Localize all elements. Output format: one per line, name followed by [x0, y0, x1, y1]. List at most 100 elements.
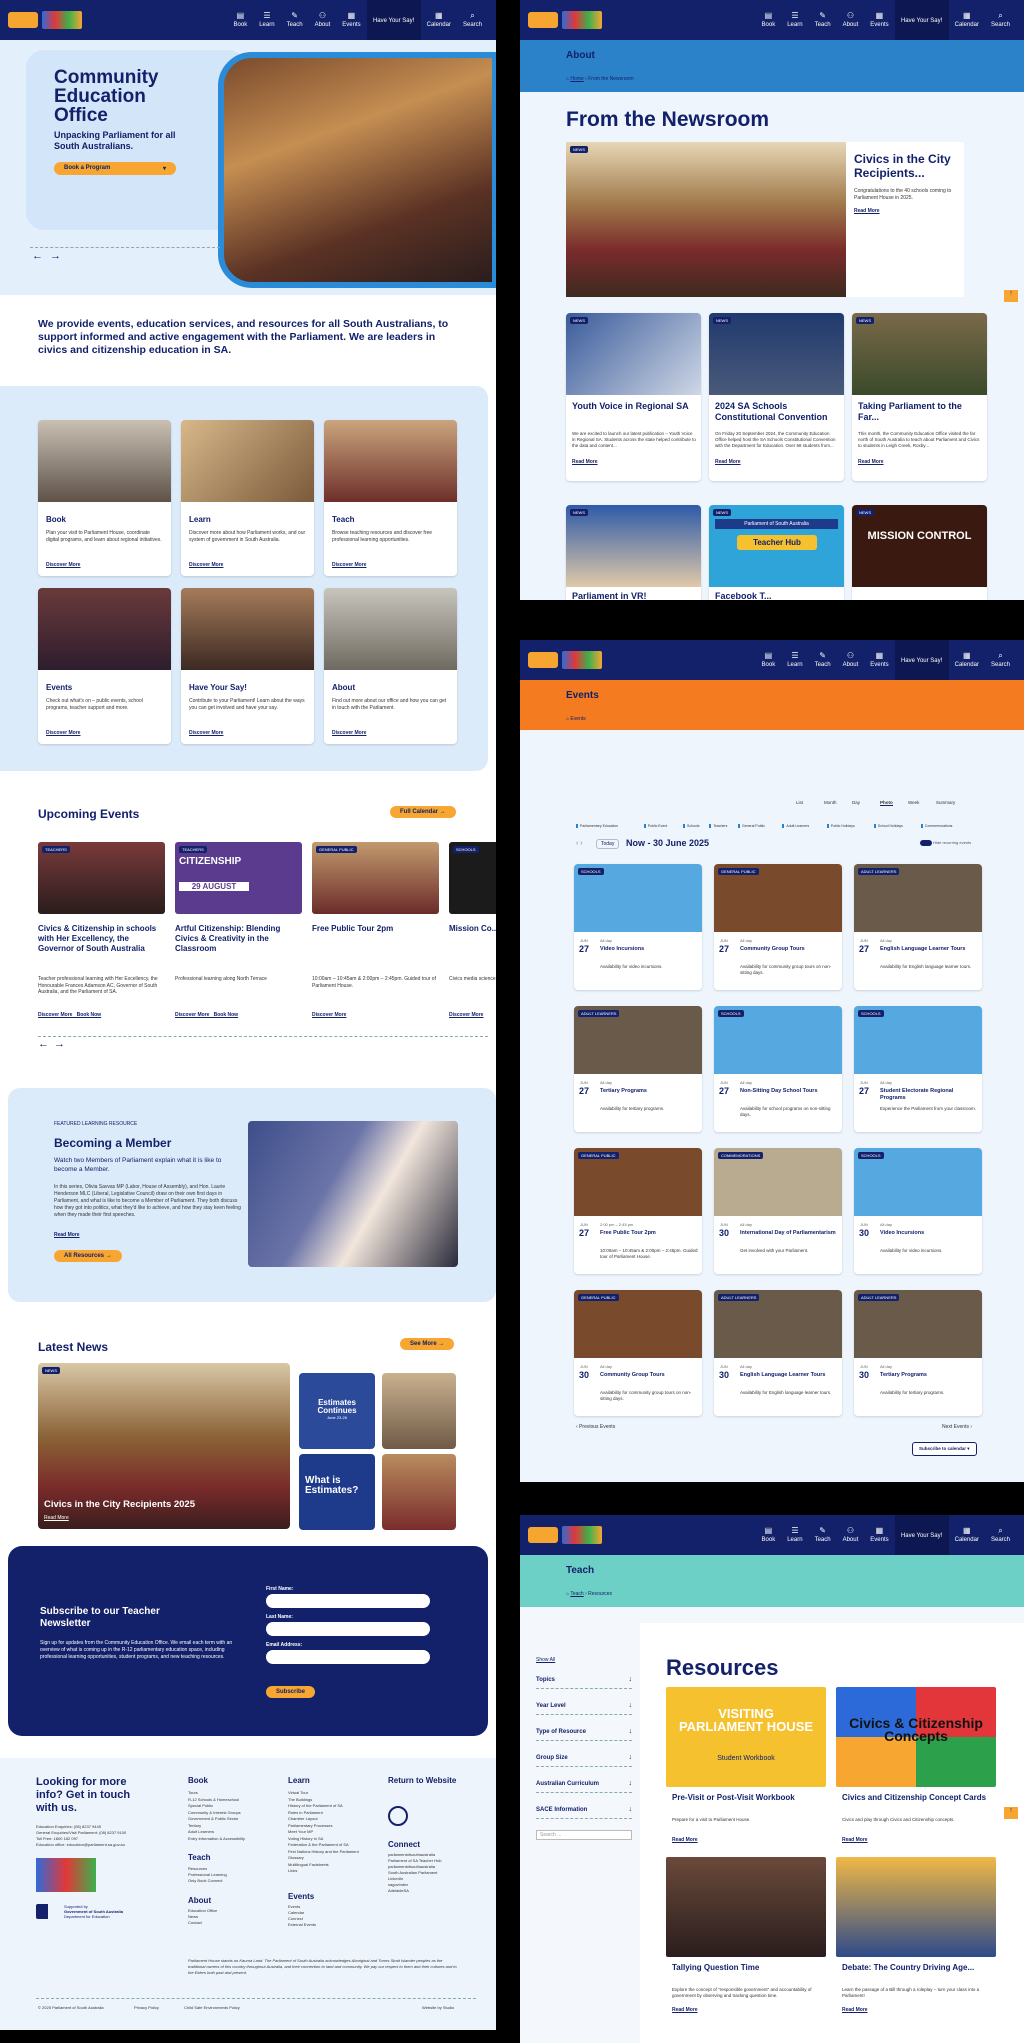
footer-link[interactable]: Meet Your MP — [288, 1829, 313, 1834]
footer-link[interactable]: R-12 Schools & Homeschool — [188, 1797, 239, 1802]
footer-link[interactable]: Federation & the Parliament of SA — [288, 1842, 349, 1847]
tile-events[interactable]: Events Check out what's on – public event… — [38, 588, 171, 744]
nav-about[interactable]: ⚇ About — [837, 1515, 865, 1555]
footer-link[interactable]: Virtual Tour — [288, 1790, 308, 1795]
nav-search[interactable]: ⌕ Search — [457, 0, 488, 40]
event-card[interactable]: ADULT LEARNERS JUN 30 All day Tertiary Progr… — [854, 1290, 982, 1416]
nav-learn[interactable]: ☰ Learn — [781, 1515, 808, 1555]
resource-link[interactable]: Read More — [842, 2007, 868, 2013]
event-card[interactable]: SCHOOLS JUN 27 All day Video Incursions Avail… — [574, 864, 702, 990]
footer-link[interactable]: History of the Parliament of SA — [288, 1803, 343, 1808]
news-card[interactable]: NEWS Parliament of South Australia Teacher… — [709, 505, 844, 600]
filter-australian-curriculum[interactable]: Australian Curriculum ↓ — [536, 1779, 632, 1793]
nav-calendar[interactable]: ▦ Calendar — [949, 640, 985, 680]
resource-title[interactable]: Tallying Question Time — [672, 1963, 822, 1973]
news-card[interactable]: NEWS 2024 SA Schools Constitutional Conve… — [709, 313, 844, 481]
event-title[interactable]: English Language Learner Tours — [880, 946, 978, 953]
nav-calendar[interactable]: ▦ Calendar — [949, 0, 985, 40]
full-calendar-button[interactable]: Full Calendar → — [390, 806, 456, 818]
nav-teach[interactable]: ✎ Teach — [809, 1515, 837, 1555]
nav-calendar[interactable]: ▦ Calendar — [949, 1515, 985, 1555]
prev-arrow[interactable]: ‹ › — [576, 840, 583, 847]
today-button[interactable]: Today — [596, 839, 620, 849]
resource-title[interactable]: Pre-Visit or Post-Visit Workbook — [672, 1793, 822, 1803]
footer-link[interactable]: Entry Information & Accessibility — [188, 1836, 245, 1841]
feature-read-more[interactable]: Read More — [54, 1232, 80, 1238]
nav-events[interactable]: ▦ Events — [864, 1515, 894, 1555]
event-title[interactable]: Student Electorate Regional Programs — [880, 1088, 978, 1102]
nav-book[interactable]: ▤ Book — [756, 640, 782, 680]
scroll-top-button[interactable]: ↑ — [1004, 290, 1018, 302]
news-card[interactable]: NEWS Taking Parliament to the Far... This … — [852, 313, 987, 481]
previous-events-link[interactable]: ‹ Previous Events — [576, 1424, 615, 1431]
footer-link[interactable]: Tertiary — [188, 1823, 201, 1828]
news-card[interactable]: NEWS Youth Voice in Regional SA We are exc… — [566, 313, 701, 481]
tile-link[interactable]: Discover More — [189, 730, 223, 736]
event-image[interactable]: SCHOOLS — [449, 842, 496, 914]
news-card-link[interactable]: Read More — [572, 459, 598, 465]
news-thumb-chamber[interactable] — [382, 1454, 456, 1530]
resource-search-input[interactable]: Search ... — [536, 1830, 632, 1840]
footer-link[interactable]: Voting History in SA — [288, 1836, 323, 1841]
news-thumb-building[interactable] — [382, 1373, 456, 1449]
footer-link[interactable]: Links — [288, 1868, 297, 1873]
view-week[interactable]: Week — [908, 800, 919, 805]
event-title[interactable]: English Language Learner Tours — [740, 1372, 838, 1379]
tile-learn[interactable]: Learn Discover more about how Parliament … — [181, 420, 314, 576]
nav-about[interactable]: ⚇ About — [309, 0, 337, 40]
footer-link[interactable]: External Events — [288, 1922, 316, 1928]
show-all-link[interactable]: Show All — [536, 1657, 555, 1663]
nav-learn[interactable]: ☰ Learn — [253, 0, 280, 40]
footer-link[interactable]: Special Public — [188, 1803, 213, 1808]
news-card[interactable]: NEWS MISSION CONTROL — [852, 505, 987, 600]
event-title[interactable]: Tertiary Programs — [880, 1372, 978, 1379]
news-card-link[interactable]: Read More — [715, 459, 741, 465]
news-main-read-more[interactable]: Read More — [44, 1515, 69, 1521]
filter-sace-information[interactable]: SACE Information ↓ — [536, 1805, 632, 1819]
event-card[interactable]: COMMEMORATIONS JUN 30 All day International … — [714, 1148, 842, 1274]
nav-book[interactable]: ▤ Book — [228, 0, 254, 40]
nav-calendar[interactable]: ▦ Calendar — [421, 0, 457, 40]
footer-link[interactable]: Glossary — [288, 1855, 304, 1860]
news-card[interactable]: NEWS Parliament in VR! — [566, 505, 701, 600]
event-image[interactable]: TEACHERS CITIZENSHIP 29 AUGUST — [175, 842, 302, 914]
view-list[interactable]: List — [796, 800, 803, 805]
email-input[interactable] — [266, 1650, 430, 1664]
site-logo[interactable] — [528, 11, 602, 29]
news-thumb-estimates[interactable]: Estimates Continues June 23-26 — [299, 1373, 375, 1449]
filter-chip[interactable]: Schools — [683, 824, 699, 828]
nav-teach[interactable]: ✎ Teach — [281, 0, 309, 40]
filter-chip[interactable]: Public Event — [643, 824, 667, 828]
footer-link[interactable]: Multilingual Factsheets — [288, 1862, 329, 1867]
footer-link[interactable]: Community & Interest Groups — [188, 1810, 241, 1815]
news-card-link[interactable]: Read More — [858, 459, 884, 465]
first-name-input[interactable] — [266, 1594, 430, 1608]
footer-link[interactable]: Only Book Connect — [188, 1878, 227, 1884]
resource-link[interactable]: Read More — [842, 1837, 868, 1843]
resource-title[interactable]: Civics and Citizenship Concept Cards — [842, 1793, 992, 1803]
nav-have-your-say[interactable]: Have Your Say! — [366, 0, 421, 40]
view-day[interactable]: Day — [852, 800, 860, 805]
nav-search[interactable]: ⌕ Search — [985, 640, 1016, 680]
book-program-button[interactable]: Book a Program ▾ — [54, 162, 176, 175]
footer-link[interactable]: Chamber Layout — [288, 1816, 318, 1821]
event-title[interactable]: Non-Sitting Day School Tours — [740, 1088, 838, 1095]
event-title[interactable]: Free Public Tour 2pm — [600, 1230, 698, 1237]
site-logo[interactable] — [528, 651, 602, 669]
footer-link[interactable]: AdelaideSA — [388, 1888, 442, 1894]
footer-link[interactable]: Roles in Parliament — [288, 1810, 323, 1815]
tile-book[interactable]: Book Plan your visit to Parliament House,… — [38, 420, 171, 576]
footer-link[interactable]: Parliamentary Processes — [288, 1823, 332, 1828]
lead-news-card[interactable]: NEWS Civics in the City Recipients... Co… — [566, 142, 964, 297]
subscribe-calendar-button[interactable]: Subscribe to calendar ▾ — [912, 1442, 977, 1456]
resource-link[interactable]: Read More — [672, 1837, 698, 1843]
view-month[interactable]: Month — [824, 800, 837, 805]
nav-teach[interactable]: ✎ Teach — [809, 0, 837, 40]
resource-card[interactable]: Debate: The Country Driving Age... Learn … — [836, 1857, 996, 2017]
tile-have-your-say-[interactable]: Have Your Say! Contribute to your Parliam… — [181, 588, 314, 744]
filter-type-of-resource[interactable]: Type of Resource ↓ — [536, 1727, 632, 1741]
date-range[interactable]: Now - 30 June 2025 — [626, 838, 709, 848]
event-card[interactable]: SCHOOLS JUN 27 All day Non-Sitting Day Schoo… — [714, 1006, 842, 1132]
event-card[interactable]: GENERAL PUBLIC JUN 27 All day Community Grou… — [714, 864, 842, 990]
site-logo[interactable] — [8, 11, 82, 29]
